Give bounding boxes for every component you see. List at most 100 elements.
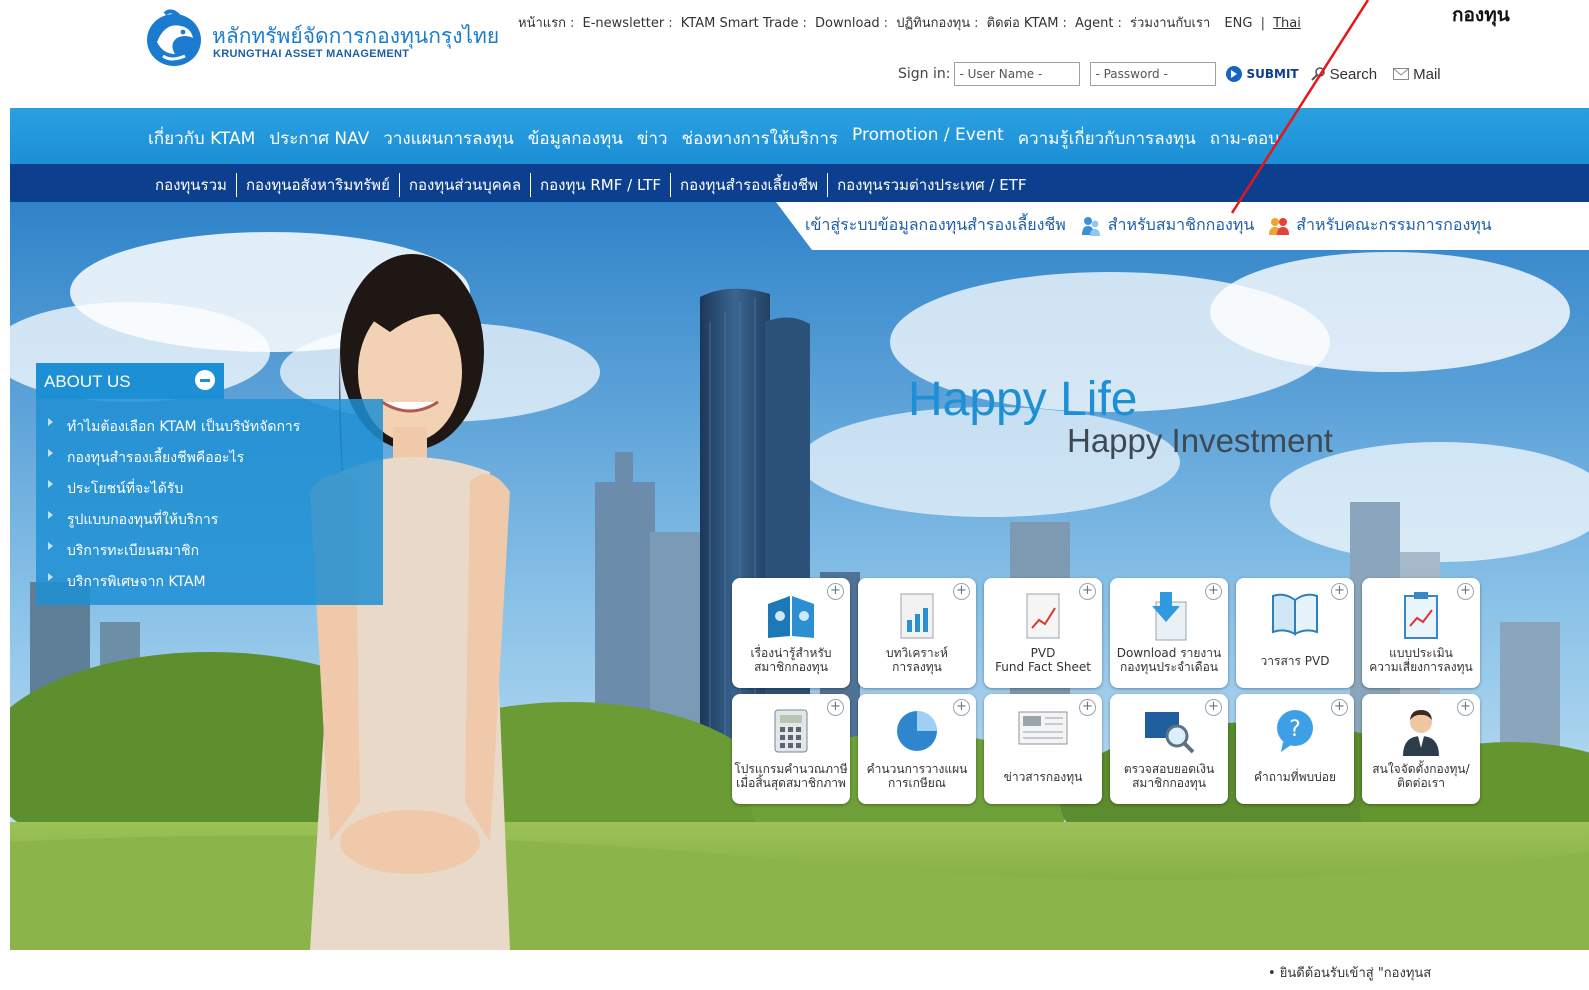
- corner-annotation-text: กองทุน: [1452, 4, 1510, 26]
- sub-nav-private-fund[interactable]: กองทุนส่วนบุคคล: [400, 173, 532, 197]
- tile-check-balance[interactable]: + ตรวจสอบยอดเงิน สมาชิกกองทุน: [1110, 694, 1228, 804]
- plus-icon: +: [1331, 583, 1348, 600]
- top-link-calendar[interactable]: ปฏิทินกองทุน: [896, 16, 970, 31]
- about-item-fund-types[interactable]: รูปแบบกองทุนที่ให้บริการ: [48, 504, 383, 535]
- report-icon: [900, 593, 934, 639]
- books-icon: [768, 596, 814, 638]
- about-us-panel: ทำไมต้องเลือก KTAM เป็นบริษัทจัดการ กองท…: [36, 399, 383, 605]
- download-icon: [1152, 592, 1187, 641]
- plus-icon: +: [827, 699, 844, 716]
- welcome-ticker[interactable]: • ยินดีต้อนรับเข้าสู่ "กองทุนส: [1268, 962, 1431, 983]
- sub-nav-mutual-fund[interactable]: กองทุนรวม: [146, 173, 237, 197]
- tile-faq[interactable]: + ? คำถามที่พบบ่อย: [1236, 694, 1354, 804]
- contact-person-icon: [1403, 710, 1439, 756]
- tile-fund-news[interactable]: + ข่าวสารกองทุน: [984, 694, 1102, 804]
- about-item-label: บริการทะเบียนสมาชิก: [67, 542, 200, 559]
- tile-pvd-journal[interactable]: + วารสาร PVD: [1236, 578, 1354, 688]
- top-link-contact[interactable]: ติดต่อ KTAM: [987, 16, 1059, 31]
- play-arrow-icon: [1226, 66, 1243, 82]
- plus-icon: +: [953, 699, 970, 716]
- about-item-label: กองทุนสำรองเลี้ยงชีพคืออะไร: [67, 449, 245, 466]
- pvd-member-label: สำหรับสมาชิกกองทุน: [1107, 215, 1255, 234]
- top-link-separator: :: [1062, 16, 1067, 31]
- logo-english-text[interactable]: KRUNGTHAI ASSET MANAGEMENT: [213, 48, 409, 60]
- about-item-registration[interactable]: บริการทะเบียนสมาชิก: [48, 535, 383, 566]
- main-nav-fund-info[interactable]: ข้อมูลกองทุน: [528, 125, 623, 152]
- submit-label: SUBMIT: [1246, 67, 1299, 81]
- tile-tax-calculator[interactable]: + โปรแกรมคำนวณภาษี เมื่อสิ้นสุดสมาชิกภาพ: [732, 694, 850, 804]
- pvd-committee-link[interactable]: สำหรับคณะกรรมการกองทุน: [1268, 213, 1492, 238]
- top-links-bar: หน้าแรก: E-newsletter: KTAM Smart Trade:…: [518, 12, 1301, 33]
- main-nav-news[interactable]: ข่าว: [637, 125, 668, 152]
- tile-label: Download รายงาน กองทุนประจำเดือน: [1116, 646, 1222, 674]
- lang-thai-link[interactable]: Thai: [1273, 16, 1301, 31]
- tile-pvd-fact-sheet[interactable]: + PVD Fund Fact Sheet: [984, 578, 1102, 688]
- tile-label: คำถามที่พบบ่อย: [1254, 770, 1336, 784]
- lang-eng-link[interactable]: ENG: [1224, 16, 1252, 31]
- search-link[interactable]: Search: [1310, 66, 1377, 83]
- sub-nav-property-fund[interactable]: กองทุนอสังหาริมทรัพย์: [237, 173, 400, 197]
- top-link-separator: :: [570, 16, 575, 31]
- tile-label: โปรแกรมคำนวณภาษี เมื่อสิ้นสุดสมาชิกภาพ: [734, 762, 848, 790]
- mail-link[interactable]: Mail: [1393, 66, 1441, 83]
- main-nav-service-channels[interactable]: ช่องทางการให้บริการ: [682, 125, 838, 152]
- top-link-home[interactable]: หน้าแรก: [518, 16, 566, 31]
- main-nav-faq[interactable]: ถาม-ตอบ: [1210, 125, 1279, 152]
- main-nav-investment-knowledge[interactable]: ความรู้เกี่ยวกับการลงทุน: [1018, 125, 1196, 152]
- tile-label: PVD Fund Fact Sheet: [995, 646, 1091, 674]
- sub-navigation: กองทุนรวม กองทุนอสังหาริมทรัพย์ กองทุนส่…: [10, 164, 1589, 202]
- about-item-why-ktam[interactable]: ทำไมต้องเลือก KTAM เป็นบริษัทจัดการ: [48, 411, 383, 442]
- bullet-arrow-icon: [48, 448, 53, 457]
- top-link-download[interactable]: Download: [815, 16, 880, 31]
- pvd-committee-label: สำหรับคณะกรรมการกองทุน: [1296, 215, 1492, 234]
- submit-button[interactable]: SUBMIT: [1226, 66, 1299, 82]
- tile-label: คำนวนการวางแผน การเกษียณ: [866, 762, 968, 790]
- collapse-minus-icon[interactable]: [195, 370, 215, 390]
- sub-nav-items: กองทุนรวม กองทุนอสังหาริมทรัพย์ กองทุนส่…: [146, 173, 1036, 197]
- top-link-enewsletter[interactable]: E-newsletter: [583, 16, 665, 31]
- signin-label: Sign in:: [898, 66, 951, 82]
- tile-retirement-planning[interactable]: + คำนวนการวางแผน การเกษียณ: [858, 694, 976, 804]
- tile-contact-us[interactable]: + สนใจจัดตั้งกองทุน/ ติดต่อเรา: [1362, 694, 1480, 804]
- about-item-what-is-pvd[interactable]: กองทุนสำรองเลี้ยงชีพคืออะไร: [48, 442, 383, 473]
- plus-icon: +: [1331, 699, 1348, 716]
- sub-nav-provident-fund[interactable]: กองทุนสำรองเลี้ยงชีพ: [671, 173, 829, 197]
- tile-label: ตรวจสอบยอดเงิน สมาชิกกองทุน: [1123, 762, 1215, 790]
- tile-risk-assessment[interactable]: + แบบประเมิน ความเสี่ยงการลงทุน: [1362, 578, 1480, 688]
- main-nav-about[interactable]: เกี่ยวกับ KTAM: [148, 125, 255, 152]
- pvd-login-links: เข้าสู่ระบบข้อมูลกองทุนสำรองเลี้ยงชีพ สำ…: [805, 213, 1506, 238]
- pvd-member-link[interactable]: สำหรับสมาชิกกองทุน: [1080, 213, 1254, 238]
- sub-nav-foreign-etf[interactable]: กองทุนรวมต่างประเทศ / ETF: [828, 173, 1035, 197]
- slogan-happy-investment: Happy Investment: [1067, 422, 1333, 459]
- tile-investment-analysis[interactable]: + บทวิเคราะห์ การลงทุน: [858, 578, 976, 688]
- password-input[interactable]: [1090, 62, 1217, 86]
- tile-label: ข่าวสารกองทุน: [1003, 770, 1083, 784]
- tile-download-monthly-report[interactable]: + Download รายงาน กองทุนประจำเดือน: [1110, 578, 1228, 688]
- top-link-agent[interactable]: Agent: [1075, 16, 1113, 31]
- svg-text:?: ?: [1289, 717, 1301, 742]
- newspaper-icon: [1018, 711, 1068, 745]
- magnifier-icon: [1145, 712, 1195, 754]
- members-icon: [1081, 216, 1100, 236]
- top-link-separator: :: [974, 16, 979, 31]
- krungthai-bird-logo-icon[interactable]: [145, 8, 203, 68]
- clipboard-icon: [1404, 592, 1438, 639]
- sub-nav-rmf-ltf[interactable]: กองทุน RMF / LTF: [531, 173, 672, 197]
- main-nav-nav-announcement[interactable]: ประกาศ NAV: [269, 125, 369, 152]
- top-link-separator: :: [1117, 16, 1122, 31]
- search-icon: [1310, 67, 1325, 81]
- lang-separator: |: [1260, 16, 1265, 31]
- tile-member-knowledge[interactable]: + เรื่องน่ารู้สำหรับ สมาชิกกองทุน: [732, 578, 850, 688]
- top-link-separator: :: [802, 16, 807, 31]
- about-us-title: ABOUT US: [44, 372, 131, 391]
- tile-label: สนใจจัดตั้งกองทุน/ ติดต่อเรา: [1372, 762, 1470, 790]
- main-nav-investment-planning[interactable]: วางแผนการลงทุน: [383, 125, 513, 152]
- bullet-arrow-icon: [48, 417, 53, 426]
- username-input[interactable]: [954, 62, 1081, 86]
- main-nav-promotion[interactable]: Promotion / Event: [852, 125, 1004, 152]
- top-link-careers[interactable]: ร่วมงานกับเรา: [1130, 16, 1210, 31]
- committee-icon: [1269, 217, 1290, 235]
- about-item-benefits[interactable]: ประโยชน์ที่จะได้รับ: [48, 473, 383, 504]
- about-item-special-services[interactable]: บริการพิเศษจาก KTAM: [48, 566, 383, 597]
- top-link-smart-trade[interactable]: KTAM Smart Trade: [681, 16, 799, 31]
